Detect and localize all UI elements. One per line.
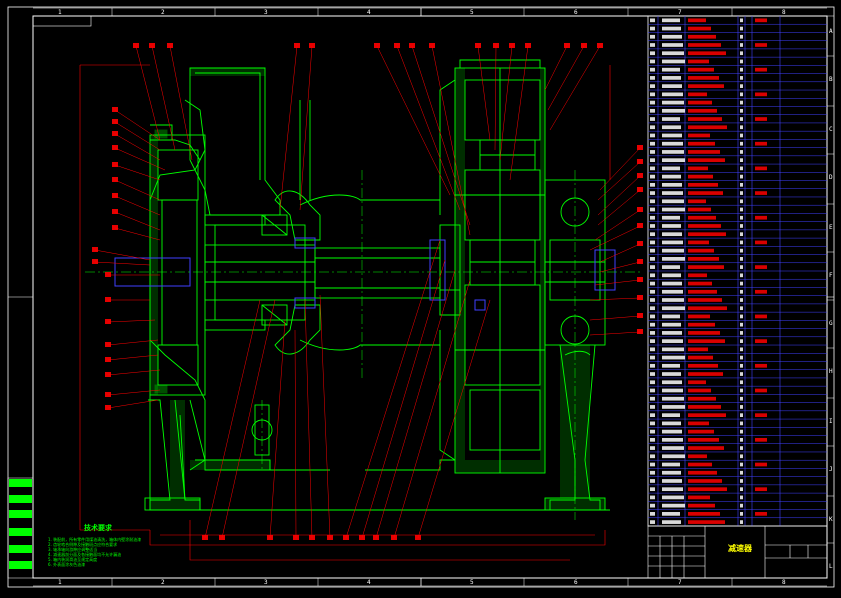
part-balloon <box>597 43 603 48</box>
zone-row-J: J <box>829 466 833 473</box>
zone-column-1-top: 1 <box>58 9 62 16</box>
zone-column-8-bottom: 8 <box>782 579 786 586</box>
part-balloon <box>105 297 111 302</box>
part-balloon <box>309 535 315 540</box>
drawing-sheet: 减速器 技术要求 1. 装配前，所有零件用煤油清洗，箱体内壁涂耐油漆 2. 齿轮啮… <box>0 0 841 594</box>
part-balloon <box>637 187 643 192</box>
part-balloon <box>493 43 499 48</box>
part-balloon <box>359 535 365 540</box>
part-balloon <box>105 357 111 362</box>
part-balloon <box>564 43 570 48</box>
part-balloon <box>391 535 397 540</box>
requirement-line: 6. 外表面涂灰色油漆 <box>48 562 86 567</box>
zone-row-K: K <box>829 516 833 523</box>
part-balloon <box>394 43 400 48</box>
part-balloon <box>637 277 643 282</box>
zone-row-L: L <box>829 563 833 570</box>
zone-row-B: B <box>829 76 833 83</box>
part-balloon <box>374 43 380 48</box>
zone-row-C: C <box>829 126 833 133</box>
zone-column-7-bottom: 7 <box>678 579 682 586</box>
zone-column-3-top: 3 <box>264 9 268 16</box>
part-balloon <box>637 329 643 334</box>
part-balloon <box>637 241 643 246</box>
part-balloon <box>133 43 139 48</box>
part-balloon <box>429 43 435 48</box>
part-balloon <box>509 43 515 48</box>
part-balloon <box>112 107 118 112</box>
drawing-number-box <box>32 15 92 27</box>
outer-border <box>7 6 835 588</box>
part-balloon <box>293 535 299 540</box>
part-balloon <box>167 43 173 48</box>
part-balloon <box>309 43 315 48</box>
part-balloon <box>112 162 118 167</box>
zone-row-H: H <box>829 368 833 375</box>
zone-row-A: A <box>829 28 833 35</box>
part-balloon <box>475 43 481 48</box>
zone-column-2-bottom: 2 <box>161 579 165 586</box>
part-balloon <box>373 535 379 540</box>
part-balloon <box>112 209 118 214</box>
parts-list-table <box>647 15 828 527</box>
zone-column-1-bottom: 1 <box>58 579 62 586</box>
cad-drawing-canvas <box>7 6 835 588</box>
drawing-title: 减速器 <box>728 544 752 553</box>
part-balloon <box>409 43 415 48</box>
part-balloon <box>149 43 155 48</box>
part-balloon <box>637 145 643 150</box>
zone-column-8-top: 8 <box>782 9 786 16</box>
zone-row-D: D <box>829 174 833 181</box>
zone-column-5-top: 5 <box>470 9 474 16</box>
part-balloon <box>637 259 643 264</box>
part-balloon <box>343 535 349 540</box>
zone-column-6-bottom: 6 <box>574 579 578 586</box>
part-balloon <box>112 119 118 124</box>
zone-column-2-top: 2 <box>161 9 165 16</box>
part-balloon <box>267 535 273 540</box>
part-balloon <box>637 207 643 212</box>
zone-column-4-top: 4 <box>367 9 371 16</box>
registration-stamp <box>7 477 34 579</box>
zone-column-3-bottom: 3 <box>264 579 268 586</box>
part-balloon <box>112 145 118 150</box>
part-balloon <box>637 159 643 164</box>
part-balloon <box>637 313 643 318</box>
part-balloon <box>415 535 421 540</box>
zone-column-7-top: 7 <box>678 9 682 16</box>
zone-column-4-bottom: 4 <box>367 579 371 586</box>
part-balloon <box>105 272 111 277</box>
part-balloon <box>92 259 98 264</box>
technical-requirements-title: 技术要求 <box>84 524 112 532</box>
zone-row-G: G <box>829 320 833 327</box>
zone-column-5-bottom: 5 <box>470 579 474 586</box>
part-balloon <box>92 247 98 252</box>
part-balloon <box>525 43 531 48</box>
part-balloon <box>105 372 111 377</box>
part-balloon <box>105 405 111 410</box>
part-balloon <box>637 173 643 178</box>
part-balloon <box>294 43 300 48</box>
part-balloon <box>105 319 111 324</box>
part-balloon <box>327 535 333 540</box>
part-balloon <box>581 43 587 48</box>
part-balloon <box>219 535 225 540</box>
dimension-lines <box>79 64 611 561</box>
part-balloon <box>112 225 118 230</box>
part-balloon <box>112 193 118 198</box>
part-balloon <box>637 295 643 300</box>
zone-column-6-top: 6 <box>574 9 578 16</box>
part-balloon <box>105 392 111 397</box>
zone-row-I: I <box>829 418 833 425</box>
part-balloon <box>637 223 643 228</box>
zone-row-E: E <box>829 224 833 231</box>
part-balloon <box>105 342 111 347</box>
zone-row-F: F <box>829 272 833 279</box>
part-balloon <box>202 535 208 540</box>
part-balloon <box>112 131 118 136</box>
part-balloon <box>112 177 118 182</box>
